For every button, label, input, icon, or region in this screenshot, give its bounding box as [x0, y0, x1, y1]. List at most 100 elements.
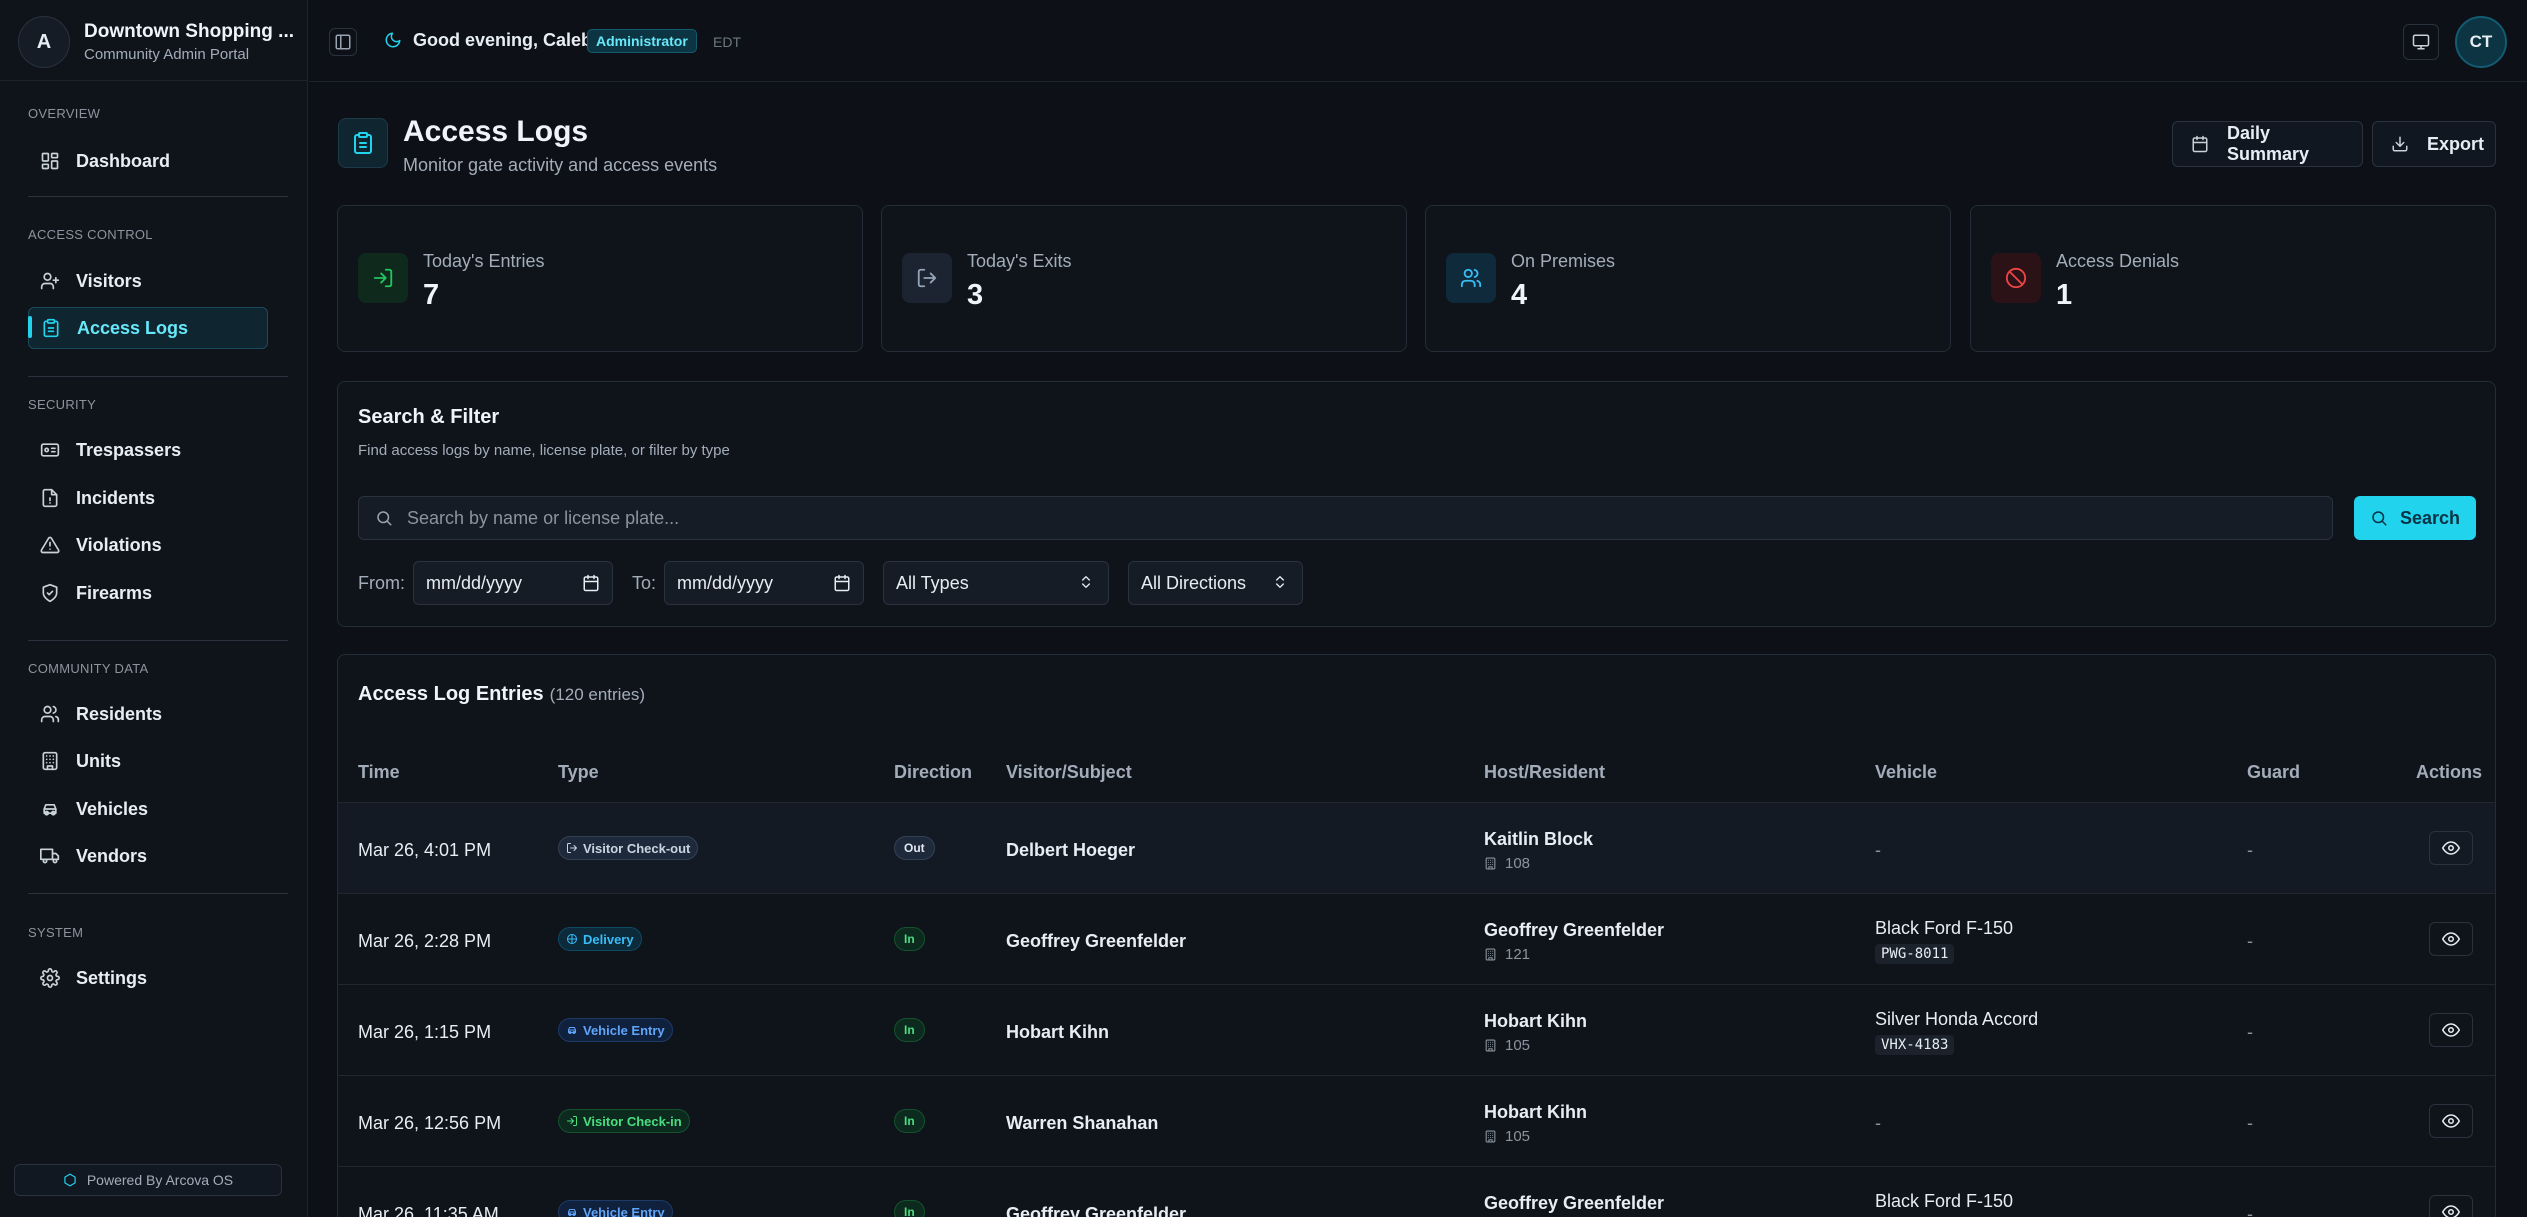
direction-badge: In: [894, 1200, 925, 1217]
sidebar-item-label: Violations: [76, 534, 162, 555]
to-date-input[interactable]: mm/dd/yyyy: [664, 561, 864, 605]
search-input[interactable]: Search by name or license plate...: [358, 496, 2333, 540]
direction-badge: In: [894, 1018, 925, 1042]
file-alert-icon: [40, 488, 60, 508]
nav-section-community-data: COMMUNITY DATA: [28, 661, 149, 676]
cell-host: Geoffrey Greenfelder: [1484, 1193, 1665, 1213]
daily-summary-button[interactable]: Daily Summary: [2172, 121, 2363, 167]
cell-vehicle: Black Ford F-150: [1875, 918, 2014, 938]
nav-section-access-control: ACCESS CONTROL: [28, 227, 153, 242]
view-details-button[interactable]: [2429, 1195, 2473, 1217]
cell-time: Mar 26, 1:15 PM: [358, 1022, 492, 1042]
stat-label: Today's Exits: [967, 251, 1072, 271]
view-details-button[interactable]: [2429, 1013, 2473, 1047]
clipboard-icon: [338, 118, 388, 168]
sidebar-item-trespassers[interactable]: Trespassers: [28, 429, 268, 471]
type-badge-label: Visitor Check-in: [583, 1113, 682, 1129]
chevron-up-down-icon: [1272, 574, 1290, 592]
type-badge-label: Vehicle Entry: [583, 1204, 665, 1217]
sidebar-toggle-icon: [334, 33, 352, 51]
daily-summary-label: Daily Summary: [2227, 123, 2310, 164]
column-header-host[interactable]: Host/Resident: [1484, 762, 1605, 783]
search-button[interactable]: Search: [2354, 496, 2476, 540]
table-row[interactable]: Mar 26, 1:15 PM Vehicle Entry In Hobart …: [338, 985, 2495, 1075]
direction-select[interactable]: All Directions: [1128, 561, 1303, 605]
view-details-button[interactable]: [2429, 1104, 2473, 1138]
truck-icon: [40, 846, 60, 866]
sidebar-item-violations[interactable]: Violations: [28, 524, 268, 566]
id-card-icon: [40, 440, 60, 460]
from-date-input[interactable]: mm/dd/yyyy: [413, 561, 613, 605]
cell-host: Hobart Kihn: [1484, 1102, 1587, 1122]
sidebar-item-label: Access Logs: [77, 317, 189, 338]
sidebar-item-firearms[interactable]: Firearms: [28, 572, 268, 614]
column-header-vehicle[interactable]: Vehicle: [1875, 762, 1937, 783]
cell-time: Mar 26, 11:35 AM: [358, 1204, 499, 1217]
calendar-icon[interactable]: [582, 574, 600, 592]
sidebar-toggle-button[interactable]: [329, 28, 357, 56]
table-row[interactable]: Mar 26, 4:01 PM Visitor Check-out Out De…: [338, 803, 2495, 893]
type-select[interactable]: All Types: [883, 561, 1109, 605]
display-mode-button[interactable]: [2403, 24, 2439, 60]
sidebar-item-visitors[interactable]: Visitors: [28, 260, 268, 302]
type-badge: Delivery: [558, 927, 642, 951]
cell-time: Mar 26, 4:01 PM: [358, 840, 492, 860]
unit-number: 105: [1505, 1037, 1531, 1054]
eye-icon: [2442, 1021, 2460, 1039]
log-in-icon: [566, 1115, 578, 1127]
sidebar-item-vehicles[interactable]: Vehicles: [28, 788, 268, 830]
direction-badge: In: [894, 927, 925, 951]
page-title: Access Logs: [403, 115, 589, 148]
sidebar-item-dashboard[interactable]: Dashboard: [28, 140, 268, 182]
role-badge: Administrator: [587, 29, 697, 53]
table-row[interactable]: Mar 26, 2:28 PM Delivery In Geoffrey Gre…: [338, 894, 2495, 984]
divider: [28, 376, 288, 377]
cell-unit: 108: [1484, 855, 1530, 872]
sidebar-item-settings[interactable]: Settings: [28, 957, 268, 999]
cell-vehicle: Silver Honda Accord: [1875, 1009, 2039, 1029]
brand-name: Downtown Shopping ...: [84, 21, 295, 42]
type-badge: Vehicle Entry: [558, 1018, 673, 1042]
sidebar-item-residents[interactable]: Residents: [28, 693, 268, 735]
table-row[interactable]: Mar 26, 12:56 PM Visitor Check-in In War…: [338, 1076, 2495, 1166]
stat-card-on-premises: On Premises 4: [1425, 205, 1951, 352]
view-details-button[interactable]: [2429, 831, 2473, 865]
stat-label: On Premises: [1511, 251, 1616, 271]
sidebar-item-vendors[interactable]: Vendors: [28, 835, 268, 877]
warning-icon: [40, 535, 60, 555]
chevron-up-down-icon: [1078, 574, 1096, 592]
cell-visitor: Geoffrey Greenfelder: [1006, 1204, 1187, 1217]
sidebar-item-units[interactable]: Units: [28, 740, 268, 782]
brand[interactable]: A Downtown Shopping ... Community Admin …: [18, 16, 294, 68]
brand-subtitle: Community Admin Portal: [84, 46, 250, 63]
nav-section-security: SECURITY: [28, 397, 97, 412]
timezone-label: EDT: [713, 34, 741, 50]
column-header-guard[interactable]: Guard: [2247, 762, 2300, 783]
sidebar-item-label: Firearms: [76, 582, 153, 603]
users-icon: [40, 704, 60, 724]
column-header-visitor[interactable]: Visitor/Subject: [1006, 762, 1132, 783]
nav-section-overview: OVERVIEW: [28, 106, 101, 121]
column-header-time[interactable]: Time: [358, 762, 400, 783]
stat-card-exits: Today's Exits 3: [881, 205, 1407, 352]
calendar-icon[interactable]: [833, 574, 851, 592]
gear-icon: [40, 968, 60, 988]
search-icon: [375, 509, 393, 527]
sidebar-item-access-logs[interactable]: Access Logs: [28, 307, 268, 349]
view-details-button[interactable]: [2429, 922, 2473, 956]
powered-by-label: Powered By Arcova OS: [86, 1172, 234, 1188]
stat-value: 7: [423, 279, 440, 311]
cell-time: Mar 26, 2:28 PM: [358, 931, 492, 951]
avatar[interactable]: CT: [2455, 16, 2507, 68]
table-row[interactable]: Mar 26, 11:35 AM Vehicle Entry In Geoffr…: [338, 1167, 2495, 1217]
type-badge-label: Delivery: [583, 931, 634, 947]
type-badge-label: Visitor Check-out: [583, 840, 691, 856]
powered-by-badge[interactable]: Powered By Arcova OS: [14, 1164, 282, 1196]
column-header-direction[interactable]: Direction: [894, 762, 972, 783]
unit-number: 105: [1505, 1128, 1531, 1145]
column-header-type[interactable]: Type: [558, 762, 599, 783]
nav-section-system: SYSTEM: [28, 925, 84, 940]
sidebar-item-incidents[interactable]: Incidents: [28, 477, 268, 519]
access-log-table-card: Access Log Entries (120 entries) Time Typ…: [337, 654, 2496, 1217]
export-button[interactable]: Export: [2372, 121, 2496, 167]
